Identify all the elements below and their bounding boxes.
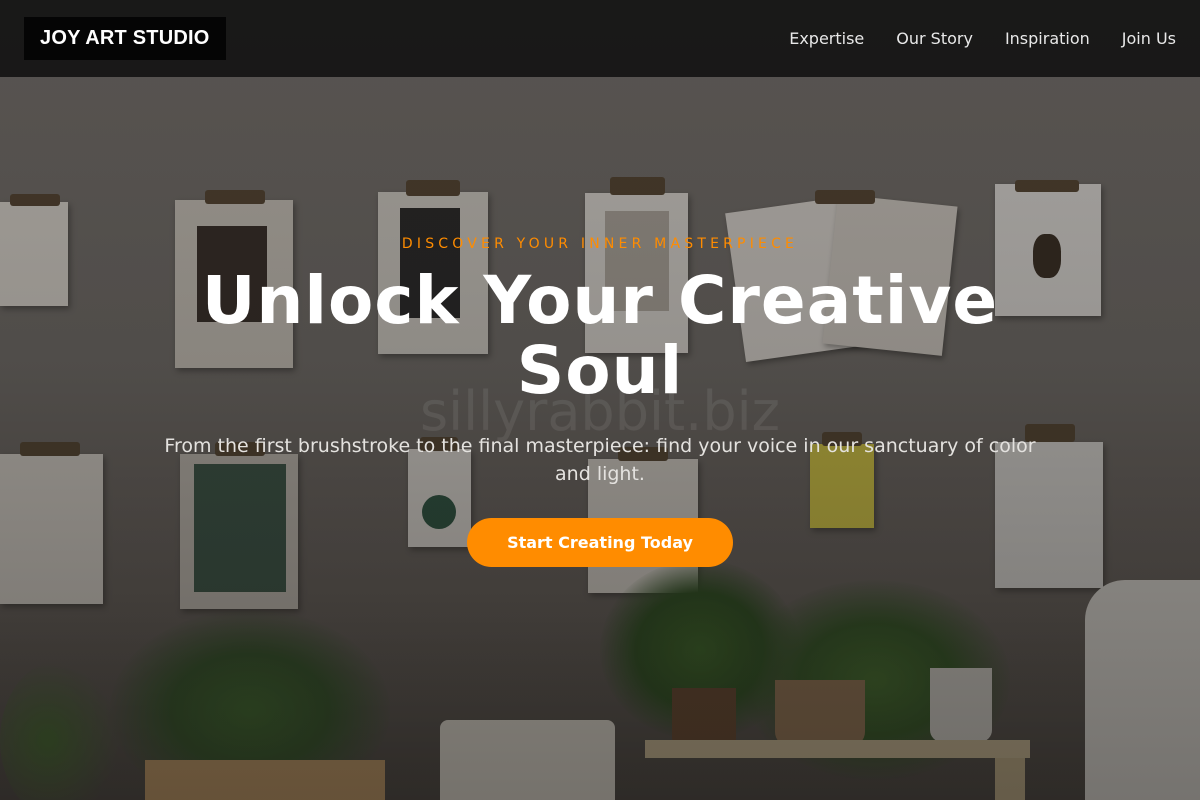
nav-link-expertise[interactable]: Expertise (789, 29, 864, 48)
nav-link-join-us[interactable]: Join Us (1122, 29, 1176, 48)
nav-link-our-story[interactable]: Our Story (896, 29, 973, 48)
nav-link-inspiration[interactable]: Inspiration (1005, 29, 1090, 48)
hero-section: sillyrabbit.biz JOY ART STUDIO Expertise… (0, 0, 1200, 800)
start-creating-button[interactable]: Start Creating Today (467, 518, 733, 567)
hero-headline: Unlock Your Creative Soul (201, 262, 999, 409)
hero-eyebrow: DISCOVER YOUR INNER MASTERPIECE (401, 236, 799, 252)
nav-links: Expertise Our Story Inspiration Join Us (789, 29, 1176, 48)
hero-subtext: From the first brushstroke to the final … (164, 435, 1036, 485)
hero-content: DISCOVER YOUR INNER MASTERPIECE Unlock Y… (0, 236, 1200, 567)
top-navbar: JOY ART STUDIO Expertise Our Story Inspi… (0, 0, 1200, 77)
site-logo[interactable]: JOY ART STUDIO (24, 17, 226, 60)
